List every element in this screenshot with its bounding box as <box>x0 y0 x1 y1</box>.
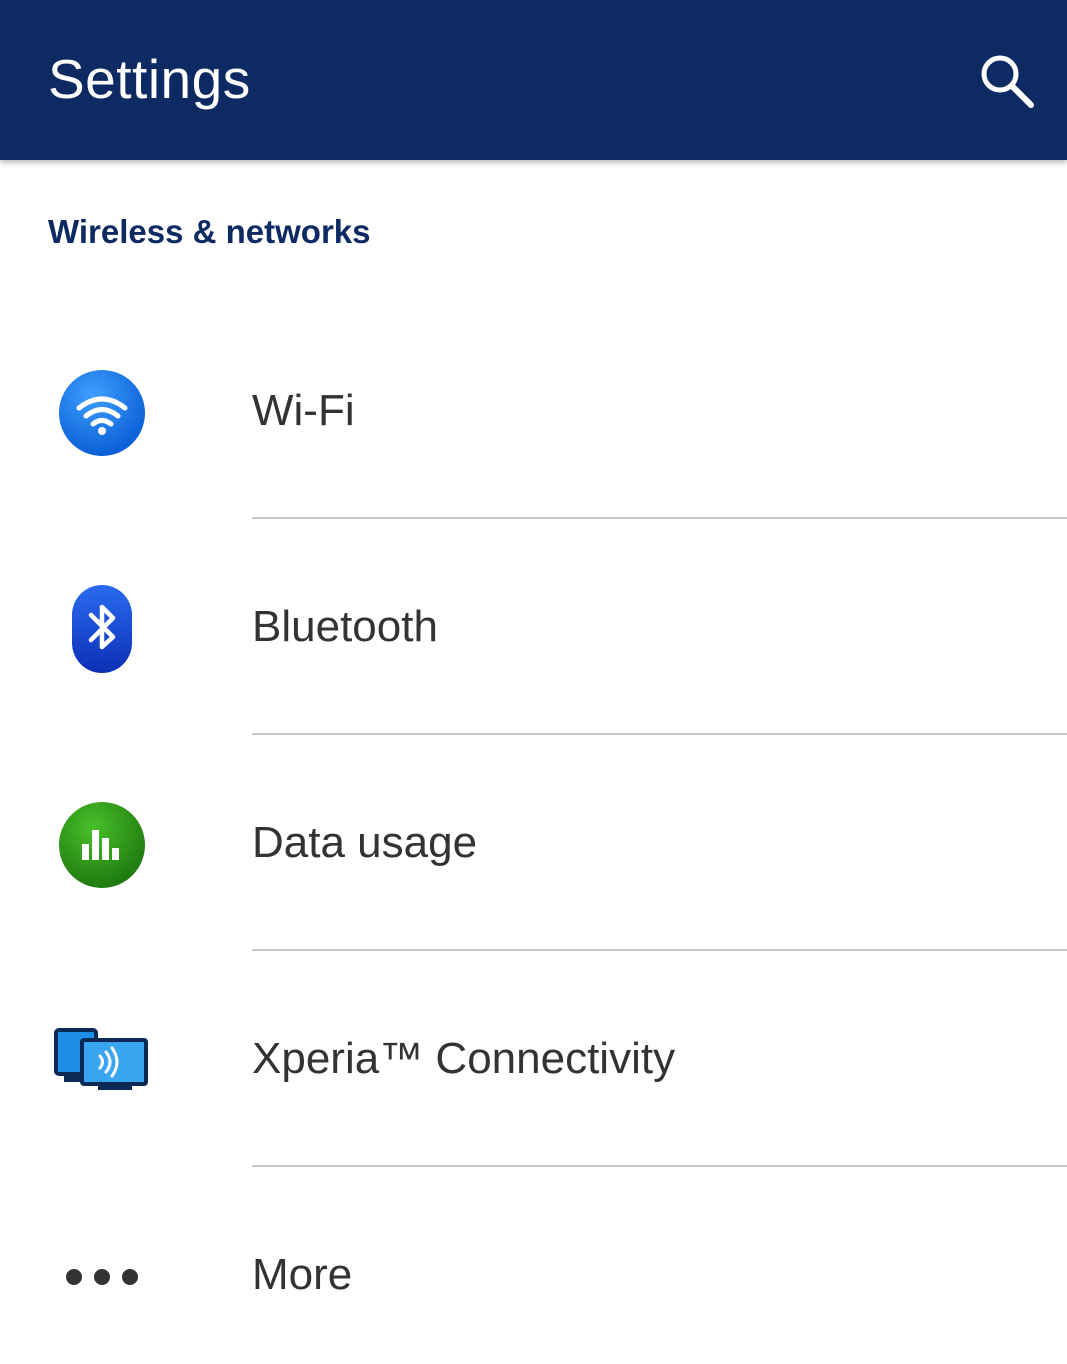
wifi-icon <box>50 363 154 463</box>
settings-item-label: Data usage <box>252 818 478 867</box>
settings-item-bluetooth[interactable]: Bluetooth <box>0 519 1067 735</box>
app-bar: Settings <box>0 0 1067 160</box>
settings-screen: Settings Wireless & networks Wi-Fi Bluet… <box>0 0 1067 1364</box>
settings-item-xperia-connectivity[interactable]: Xperia™ Connectivity <box>0 951 1067 1167</box>
settings-item-wifi[interactable]: Wi-Fi <box>0 303 1067 519</box>
settings-item-label: More <box>252 1250 353 1299</box>
settings-item-label: Bluetooth <box>252 602 438 651</box>
settings-item-more[interactable]: More <box>0 1167 1067 1364</box>
more-dots-icon <box>50 1227 154 1327</box>
search-button[interactable] <box>962 36 1052 126</box>
page-title: Settings <box>48 48 251 110</box>
section-header-wireless-networks: Wireless & networks <box>48 213 371 250</box>
bluetooth-icon <box>50 579 154 679</box>
search-icon <box>981 55 1034 108</box>
xperia-connectivity-icon <box>50 1011 154 1111</box>
settings-item-data-usage[interactable]: Data usage <box>0 735 1067 951</box>
data-usage-icon <box>50 795 154 895</box>
settings-item-label: Wi-Fi <box>252 386 355 435</box>
settings-item-label: Xperia™ Connectivity <box>252 1034 676 1083</box>
settings-list: Wi-Fi Bluetooth Data usage Xperia™ Conne… <box>0 303 1067 1364</box>
